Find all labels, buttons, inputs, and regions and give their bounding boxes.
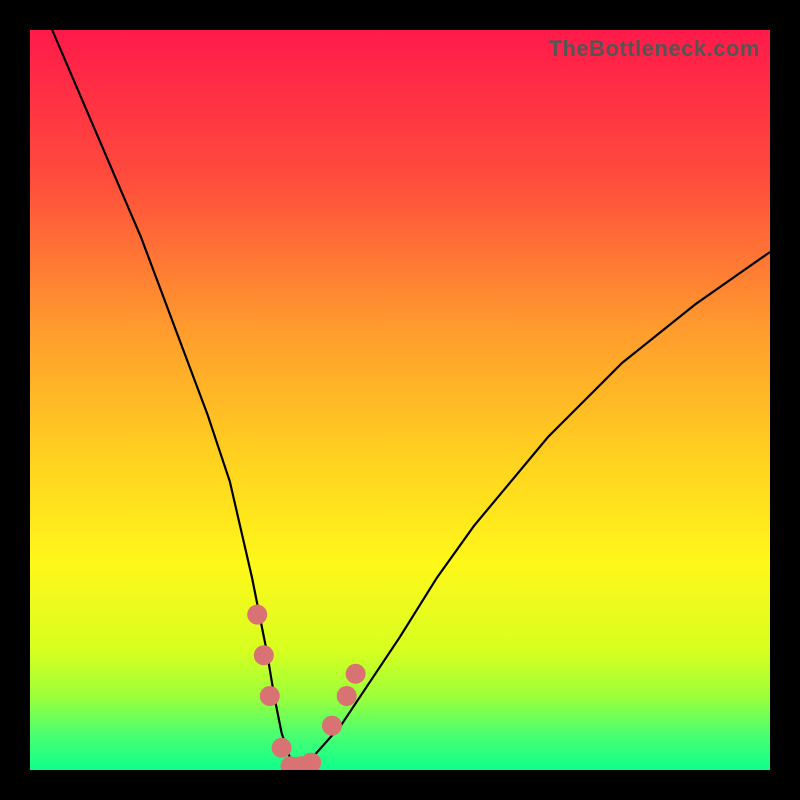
marker-dot xyxy=(247,605,267,625)
marker-dot xyxy=(322,716,342,736)
marker-dot xyxy=(337,686,357,706)
marker-dot xyxy=(301,753,321,770)
chart-svg xyxy=(30,30,770,770)
marker-dot xyxy=(346,664,366,684)
plot-area: TheBottleneck.com xyxy=(30,30,770,770)
outer-frame: TheBottleneck.com xyxy=(0,0,800,800)
curve-markers xyxy=(247,605,365,770)
marker-dot xyxy=(272,738,292,758)
bottleneck-curve xyxy=(52,30,770,770)
marker-dot xyxy=(254,645,274,665)
marker-dot xyxy=(260,686,280,706)
watermark-text: TheBottleneck.com xyxy=(549,36,760,62)
